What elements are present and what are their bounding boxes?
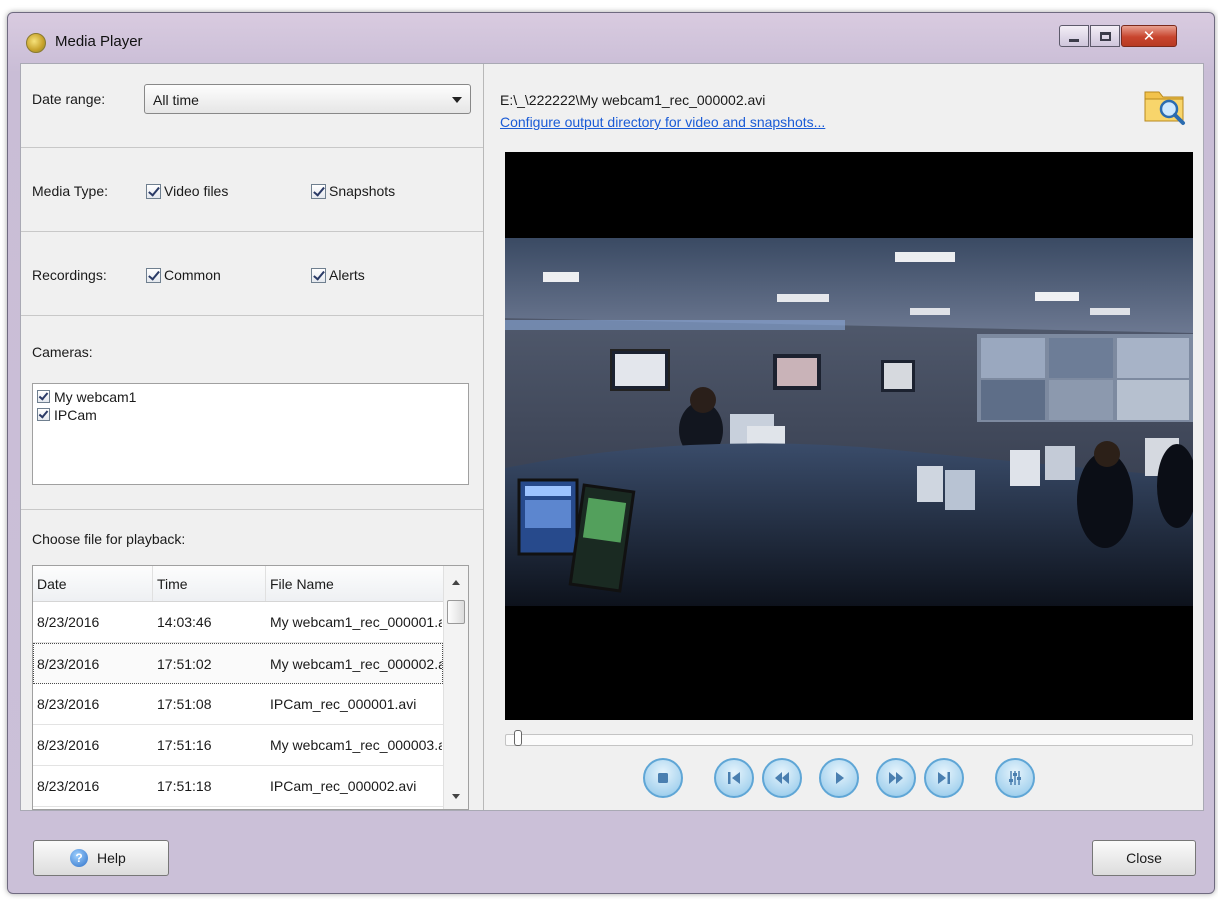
playback-section: Choose file for playback: Date Time File… bbox=[21, 510, 483, 812]
cell-file-name: IPCam_rec_000002.avi bbox=[270, 778, 417, 794]
current-file-path: E:\_\222222\My webcam1_rec_000002.avi bbox=[500, 92, 766, 108]
title-bar[interactable]: Media Player ✕ bbox=[8, 13, 1214, 63]
skip-start-button[interactable] bbox=[714, 758, 754, 798]
configure-output-link[interactable]: Configure output directory for video and… bbox=[500, 114, 825, 130]
date-range-select[interactable]: All time bbox=[144, 84, 471, 114]
cell-time: 17:51:18 bbox=[157, 778, 212, 794]
player-panel: E:\_\222222\My webcam1_rec_000002.avi Co… bbox=[485, 64, 1203, 810]
filters-panel: Date range: All time Media Type: Video f… bbox=[21, 64, 484, 810]
table-header: Date Time File Name bbox=[33, 566, 443, 602]
table-row[interactable]: 8/23/2016 17:51:08 IPCam_rec_000001.avi bbox=[33, 684, 443, 725]
column-header-time[interactable]: Time bbox=[157, 576, 188, 592]
rewind-button[interactable] bbox=[762, 758, 802, 798]
camera-name: My webcam1 bbox=[54, 389, 137, 405]
table-row[interactable]: 8/23/2016 14:03:46 My webcam1_rec_000001… bbox=[33, 602, 443, 643]
play-icon bbox=[836, 772, 844, 784]
close-button[interactable]: Close bbox=[1092, 840, 1196, 876]
scrollbar-thumb[interactable] bbox=[447, 600, 465, 624]
help-button[interactable]: ? Help bbox=[33, 840, 169, 876]
skip-end-icon bbox=[938, 772, 950, 784]
cell-file-name: IPCam_rec_000001.avi bbox=[270, 696, 417, 712]
cell-time: 14:03:46 bbox=[157, 614, 212, 630]
recordings-section: Recordings: Common Alerts bbox=[21, 232, 483, 316]
table-row[interactable]: 8/23/2016 17:51:16 My webcam1_rec_000003… bbox=[33, 725, 443, 766]
date-range-value: All time bbox=[153, 92, 199, 108]
maximize-icon bbox=[1099, 31, 1111, 41]
snapshots-checkbox[interactable] bbox=[311, 184, 326, 199]
common-checkbox[interactable] bbox=[146, 268, 161, 283]
cell-file-name: My webcam1_rec_000003.avi bbox=[270, 737, 442, 753]
cell-file-name: My webcam1_rec_000002.avi bbox=[270, 656, 442, 672]
rewind-icon bbox=[775, 772, 789, 784]
alerts-checkbox[interactable] bbox=[311, 268, 326, 283]
cell-time: 17:51:16 bbox=[157, 737, 212, 753]
column-divider bbox=[265, 566, 266, 601]
window-title: Media Player bbox=[55, 33, 143, 50]
playback-file-table[interactable]: Date Time File Name 8/23/2016 14:03:46 M… bbox=[32, 565, 469, 810]
minimize-button[interactable] bbox=[1059, 25, 1089, 47]
skip-start-icon bbox=[728, 772, 740, 784]
camera-name: IPCam bbox=[54, 407, 97, 423]
cell-file-name: My webcam1_rec_000001.avi bbox=[270, 614, 442, 630]
stop-icon bbox=[658, 773, 668, 783]
column-divider bbox=[152, 566, 153, 601]
media-type-label: Media Type: bbox=[32, 183, 109, 199]
cameras-label: Cameras: bbox=[32, 344, 93, 360]
table-row-selected[interactable]: 8/23/2016 17:51:02 My webcam1_rec_000002… bbox=[33, 643, 443, 684]
snapshots-label[interactable]: Snapshots bbox=[329, 183, 395, 199]
maximize-button[interactable] bbox=[1090, 25, 1120, 47]
common-label[interactable]: Common bbox=[164, 267, 221, 283]
media-player-window: Media Player ✕ Date range: All time Medi… bbox=[7, 12, 1215, 894]
cameras-section: Cameras: My webcam1 IPCam bbox=[21, 316, 483, 510]
video-files-checkbox[interactable] bbox=[146, 184, 161, 199]
date-range-section: Date range: All time bbox=[21, 64, 483, 148]
folder-search-icon[interactable] bbox=[1143, 84, 1187, 126]
stop-button[interactable] bbox=[643, 758, 683, 798]
alerts-label[interactable]: Alerts bbox=[329, 267, 365, 283]
main-client-area: Date range: All time Media Type: Video f… bbox=[20, 63, 1204, 811]
close-window-button[interactable]: ✕ bbox=[1121, 25, 1177, 47]
date-range-label: Date range: bbox=[32, 91, 106, 107]
help-label: Help bbox=[97, 850, 126, 866]
seek-slider[interactable] bbox=[505, 730, 1193, 746]
cameras-list[interactable]: My webcam1 IPCam bbox=[32, 383, 469, 485]
close-icon: ✕ bbox=[1142, 27, 1156, 45]
scroll-up-icon[interactable] bbox=[452, 580, 460, 585]
table-scrollbar[interactable] bbox=[443, 566, 468, 809]
video-display[interactable] bbox=[505, 152, 1193, 720]
minimize-icon bbox=[1069, 38, 1079, 42]
equalizer-icon bbox=[1009, 771, 1021, 785]
cell-time: 17:51:08 bbox=[157, 696, 212, 712]
playback-label: Choose file for playback: bbox=[32, 531, 186, 547]
column-header-date[interactable]: Date bbox=[37, 576, 67, 592]
help-icon: ? bbox=[70, 849, 88, 867]
camera-checkbox[interactable] bbox=[37, 408, 50, 421]
cell-date: 8/23/2016 bbox=[37, 614, 100, 630]
cell-date: 8/23/2016 bbox=[37, 778, 100, 794]
equalizer-button[interactable] bbox=[995, 758, 1035, 798]
app-icon bbox=[26, 33, 46, 53]
cell-date: 8/23/2016 bbox=[37, 696, 100, 712]
skip-end-button[interactable] bbox=[924, 758, 964, 798]
chevron-down-icon bbox=[452, 97, 462, 103]
video-frame-image bbox=[505, 238, 1193, 606]
seek-slider-thumb[interactable] bbox=[514, 730, 522, 746]
fast-forward-icon bbox=[889, 772, 903, 784]
table-row[interactable]: 8/23/2016 17:51:18 IPCam_rec_000002.avi bbox=[33, 766, 443, 807]
fast-forward-button[interactable] bbox=[876, 758, 916, 798]
footer-bar: ? Help Close bbox=[20, 812, 1204, 882]
play-button[interactable] bbox=[819, 758, 859, 798]
column-header-file-name[interactable]: File Name bbox=[270, 576, 334, 592]
cell-date: 8/23/2016 bbox=[37, 656, 100, 672]
video-files-label[interactable]: Video files bbox=[164, 183, 228, 199]
cell-time: 17:51:02 bbox=[157, 656, 212, 672]
media-type-section: Media Type: Video files Snapshots bbox=[21, 148, 483, 232]
scroll-down-icon[interactable] bbox=[452, 794, 460, 799]
recordings-label: Recordings: bbox=[32, 267, 107, 283]
camera-checkbox[interactable] bbox=[37, 390, 50, 403]
cell-date: 8/23/2016 bbox=[37, 737, 100, 753]
